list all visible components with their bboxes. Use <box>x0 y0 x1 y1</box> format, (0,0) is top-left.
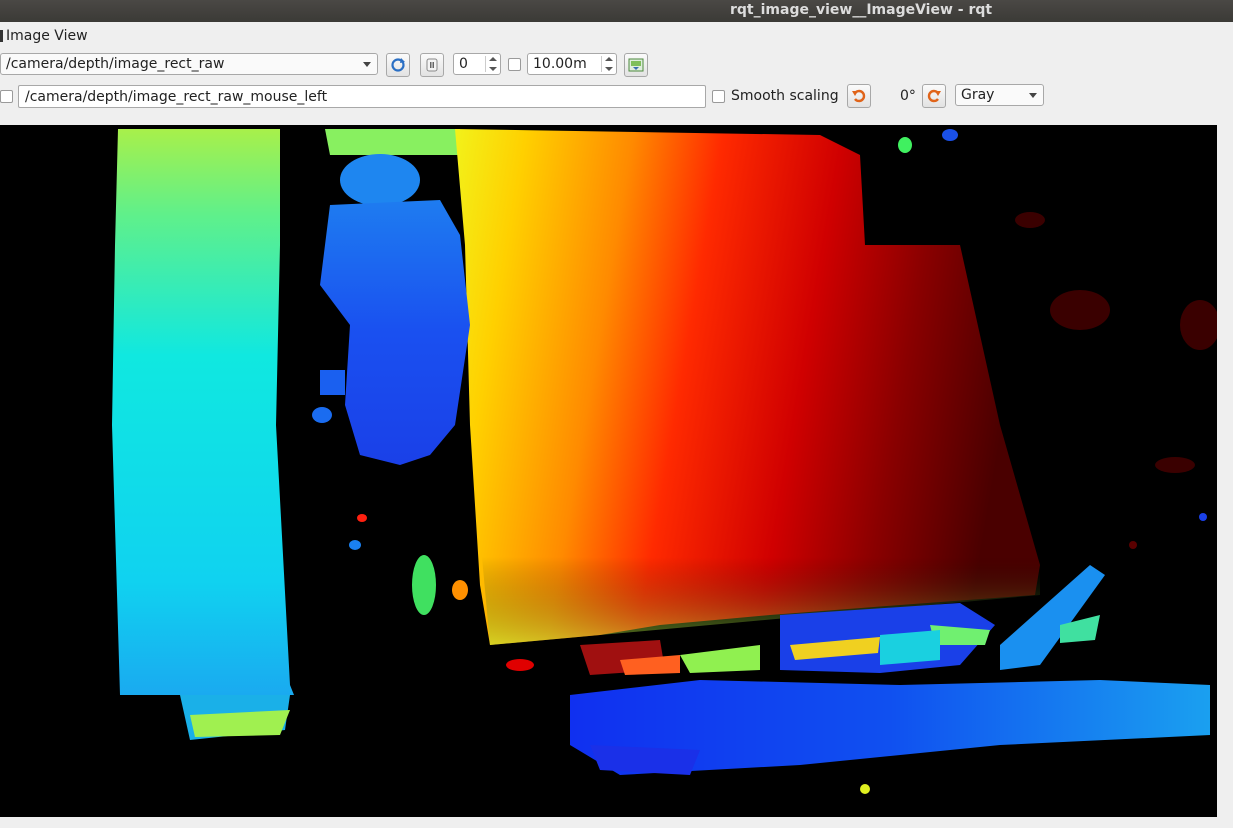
save-image-icon <box>628 58 644 72</box>
max-range-spinbox[interactable]: 10.00m <box>527 53 617 75</box>
save-image-button[interactable] <box>624 53 648 77</box>
pause-icon <box>426 58 438 72</box>
rotate-right-button[interactable] <box>922 84 946 108</box>
rotate-ccw-icon <box>852 89 866 103</box>
dynamic-range-checkbox[interactable] <box>508 58 521 71</box>
spin-down-icon[interactable] <box>489 67 497 71</box>
topic-select[interactable]: /camera/depth/image_rect_raw <box>0 53 378 75</box>
smooth-scaling-checkbox[interactable] <box>712 90 725 103</box>
chevron-down-icon <box>363 62 371 67</box>
spin-arrows-icon[interactable] <box>489 57 497 71</box>
rotate-left-button[interactable] <box>847 84 871 108</box>
window-titlebar: rqt_image_view__ImageView - rqt <box>0 0 1233 22</box>
spin-down-icon[interactable] <box>605 67 613 71</box>
max-range-value: 10.00m <box>533 56 587 72</box>
colormap-select-value: Gray <box>961 87 995 103</box>
topic-select-value: /camera/depth/image_rect_raw <box>6 56 225 72</box>
spin-up-icon[interactable] <box>489 57 497 61</box>
pause-button[interactable] <box>420 53 444 77</box>
spin-separator <box>485 56 486 72</box>
rotate-cw-icon <box>927 89 941 103</box>
chevron-down-icon <box>1029 93 1037 98</box>
smooth-scaling-label: Smooth scaling <box>731 88 839 104</box>
plugin-header: Image View <box>0 28 88 44</box>
mouse-topic-value: /camera/depth/image_rect_raw_mouse_left <box>25 88 328 105</box>
min-range-spinbox[interactable]: 0 <box>453 53 501 75</box>
spin-up-icon[interactable] <box>605 57 613 61</box>
spin-separator <box>601 56 602 72</box>
colormap-select[interactable]: Gray <box>955 84 1044 106</box>
image-display[interactable] <box>0 125 1217 817</box>
publish-mouse-checkbox[interactable] <box>0 90 13 103</box>
drag-grip-icon[interactable] <box>0 30 3 42</box>
rotation-value: 0° <box>900 88 916 104</box>
spin-arrows-icon[interactable] <box>605 57 613 71</box>
min-range-value: 0 <box>459 56 468 72</box>
depth-image <box>112 129 1217 794</box>
plugin-title: Image View <box>6 28 88 44</box>
window-title: rqt_image_view__ImageView - rqt <box>730 2 993 18</box>
refresh-icon <box>391 58 405 72</box>
refresh-topics-button[interactable] <box>386 53 410 77</box>
mouse-topic-field[interactable]: /camera/depth/image_rect_raw_mouse_left <box>18 85 706 108</box>
